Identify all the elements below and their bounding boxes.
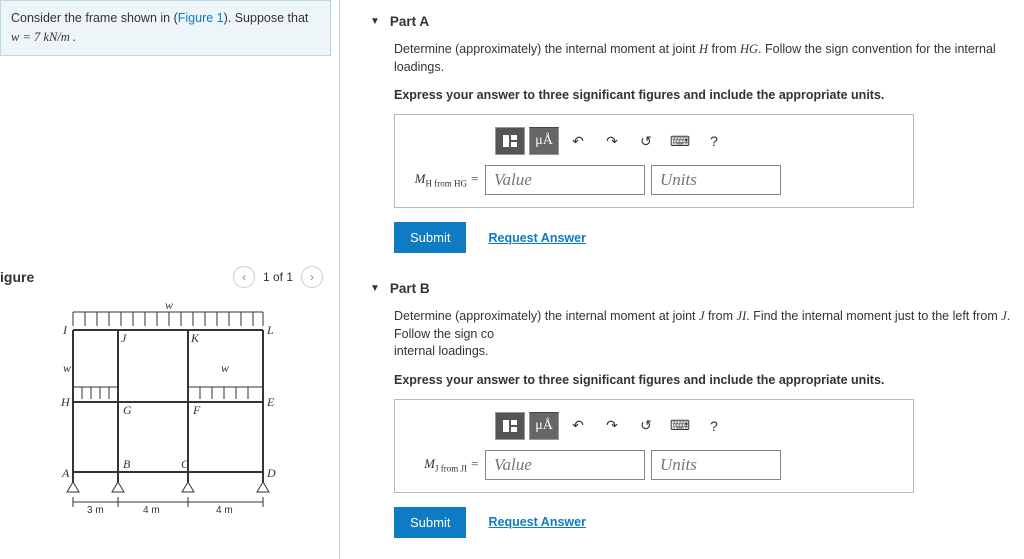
part-a-instruction: Express your answer to three significant… [394, 88, 1014, 102]
svg-text:G: G [123, 403, 132, 417]
svg-text:E: E [266, 395, 275, 409]
svg-text:C: C [181, 457, 190, 471]
part-a-units-input[interactable] [651, 165, 781, 195]
svg-text:3 m: 3 m [87, 505, 104, 516]
redo-icon[interactable]: ↷ [597, 127, 627, 155]
svg-text:w: w [165, 302, 173, 312]
part-b-instruction: Express your answer to three significant… [394, 373, 1014, 387]
help-icon[interactable]: ? [699, 412, 729, 440]
part-a-value-input[interactable] [485, 165, 645, 195]
part-a-request-answer-link[interactable]: Request Answer [488, 231, 585, 245]
figure-pager-text: 1 of 1 [263, 270, 293, 284]
reset-icon[interactable]: ↺ [631, 127, 661, 155]
keyboard-icon[interactable]: ⌨ [665, 412, 695, 440]
svg-text:w: w [63, 361, 71, 375]
problem-text-1: Consider the frame shown in ( [11, 11, 178, 25]
undo-icon[interactable]: ↶ [563, 412, 593, 440]
templates-tool-icon[interactable] [495, 127, 525, 155]
svg-text:w: w [221, 361, 229, 375]
svg-text:H: H [60, 395, 71, 409]
part-b-title: Part B [390, 281, 430, 296]
svg-text:K: K [190, 331, 200, 345]
svg-text:J: J [121, 331, 127, 345]
part-a-var-label: MH from HG = [407, 171, 479, 189]
templates-tool-icon[interactable] [495, 412, 525, 440]
part-b-request-answer-link[interactable]: Request Answer [488, 515, 585, 529]
figure-pager: ‹ 1 of 1 › [233, 266, 323, 288]
svg-text:I: I [62, 323, 68, 337]
figure-section-title: igure [0, 269, 34, 285]
redo-icon[interactable]: ↷ [597, 412, 627, 440]
part-b-value-input[interactable] [485, 450, 645, 480]
part-a-submit-button[interactable]: Submit [394, 222, 466, 253]
part-b-question: Determine (approximately) the internal m… [394, 308, 1014, 361]
part-a-question: Determine (approximately) the internal m… [394, 41, 1014, 76]
keyboard-icon[interactable]: ⌨ [665, 127, 695, 155]
figure-next-button[interactable]: › [301, 266, 323, 288]
figure-link[interactable]: Figure 1 [178, 11, 224, 25]
svg-text:F: F [192, 403, 201, 417]
svg-text:4 m: 4 m [143, 505, 160, 516]
problem-text-2: ). Suppose that [224, 11, 309, 25]
part-b-units-input[interactable] [651, 450, 781, 480]
undo-icon[interactable]: ↶ [563, 127, 593, 155]
help-icon[interactable]: ? [699, 127, 729, 155]
units-tool-icon[interactable]: μÅ [529, 127, 559, 155]
given-value: w = 7 kN/m . [11, 30, 76, 44]
part-a-toggle-icon[interactable]: ▼ [370, 16, 380, 27]
part-b-toggle-icon[interactable]: ▼ [370, 283, 380, 294]
reset-icon[interactable]: ↺ [631, 412, 661, 440]
svg-text:4 m: 4 m [216, 505, 233, 516]
part-b-answer-box: μÅ ↶ ↷ ↺ ⌨ ? MJ from JI = [394, 399, 914, 493]
part-b-var-label: MJ from JI = [407, 456, 479, 474]
part-a-answer-box: μÅ ↶ ↷ ↺ ⌨ ? MH from HG = [394, 114, 914, 208]
figure-diagram: .ln{stroke:#333;stroke-width:2;fill:none… [0, 302, 331, 522]
svg-text:D: D [266, 466, 276, 480]
svg-text:A: A [61, 466, 70, 480]
part-b-submit-button[interactable]: Submit [394, 507, 466, 538]
part-a-title: Part A [390, 14, 429, 29]
problem-statement: Consider the frame shown in (Figure 1). … [0, 0, 331, 56]
svg-text:L: L [266, 323, 274, 337]
units-tool-icon[interactable]: μÅ [529, 412, 559, 440]
figure-prev-button[interactable]: ‹ [233, 266, 255, 288]
svg-text:B: B [123, 457, 131, 471]
